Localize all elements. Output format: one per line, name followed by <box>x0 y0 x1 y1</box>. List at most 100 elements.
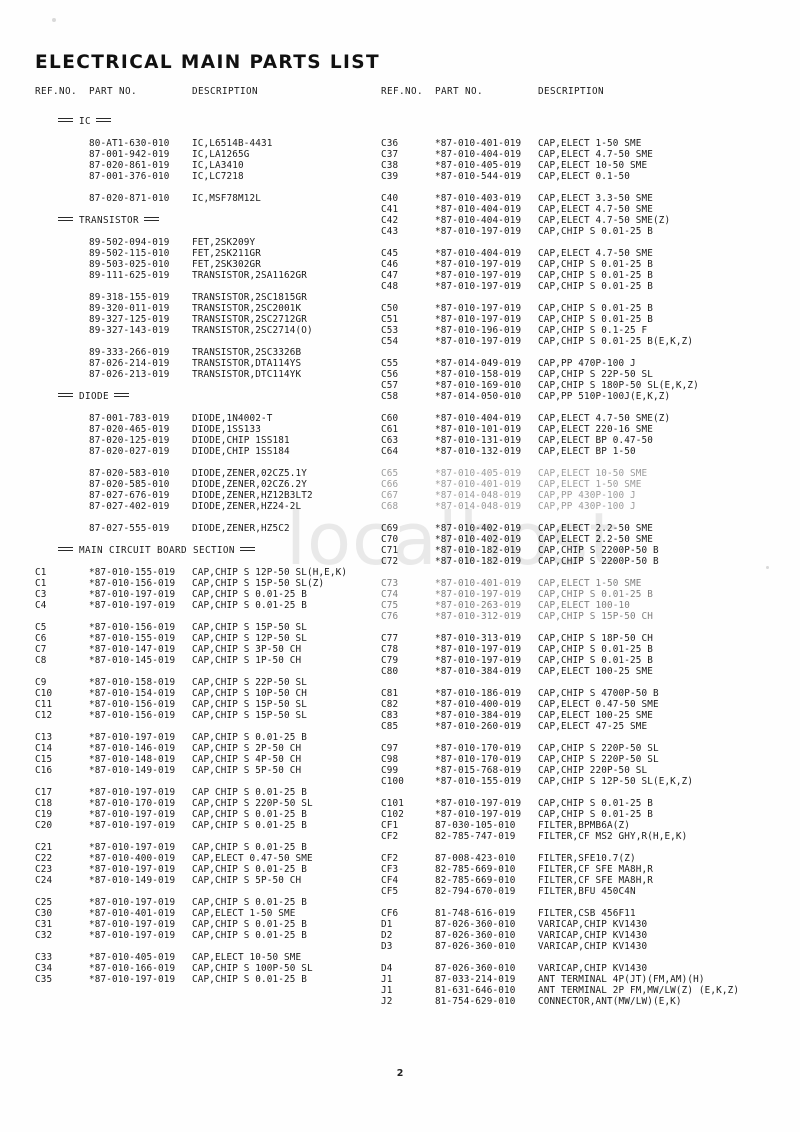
cell-ref-no: J1 <box>381 985 393 996</box>
parts-row: J1 87-033-214-019 ANT TERMINAL 4P(JT)(FM,A… <box>381 974 781 985</box>
row-gap <box>35 721 380 732</box>
cell-part-no: 81-754-629-010 <box>435 996 516 1007</box>
cell-description: CAP,CHIP S 10P-50 CH <box>192 688 307 699</box>
cell-description: CAP,CHIP S 5P-50 CH <box>192 765 302 776</box>
cell-ref-no: C5 <box>35 622 47 633</box>
parts-row: C80 *87-010-384-019 CAP,ELECT 100-25 SME <box>381 666 781 677</box>
cell-part-no: *87-010-147-019 <box>89 644 176 655</box>
parts-row: C36 *87-010-401-019 CAP,ELECT 1-50 SME <box>381 138 781 149</box>
parts-row: C14 *87-010-146-019 CAP,CHIP S 2P-50 CH <box>35 743 380 754</box>
cell-description: CAP,CHIP S 0.01-25 B <box>538 809 653 820</box>
cell-ref-no: J2 <box>381 996 393 1007</box>
row-gap <box>381 512 781 523</box>
cell-part-no: *87-010-197-019 <box>89 787 176 798</box>
cell-ref-no: C80 <box>381 666 399 677</box>
cell-part-no: 87-026-214-019 <box>89 358 170 369</box>
cell-description: TRANSISTOR,2SC2714(O) <box>192 325 313 336</box>
cell-part-no: *87-010-156-019 <box>89 710 176 721</box>
cell-ref-no: C54 <box>381 336 399 347</box>
cell-part-no: *87-010-197-019 <box>89 600 176 611</box>
cell-part-no: *87-010-197-019 <box>89 897 176 908</box>
parts-row: C24 *87-010-149-019 CAP,CHIP S 5P-50 CH <box>35 875 380 886</box>
cell-ref-no: C37 <box>381 149 399 160</box>
cell-ref-no: C39 <box>381 171 399 182</box>
cell-part-no: 87-027-555-019 <box>89 523 170 534</box>
parts-row: 89-333-266-019 TRANSISTOR,2SC3326B <box>35 347 380 358</box>
cell-part-no: *87-010-544-019 <box>435 171 522 182</box>
cell-part-no: *87-010-402-019 <box>435 534 522 545</box>
parts-row: 87-001-942-019 IC,LA1265G <box>35 149 380 160</box>
cell-part-no: 87-008-423-010 <box>435 853 516 864</box>
cell-part-no: 87-020-583-010 <box>89 468 170 479</box>
cell-description: CAP,CHIP 220P-50 SL <box>538 765 648 776</box>
parts-row: C22 *87-010-400-019 CAP,ELECT 0.47-50 SME <box>35 853 380 864</box>
cell-description: CAP,CHIP S 12P-50 SL(E,K,Z) <box>538 776 694 787</box>
section-heading: IC <box>58 116 380 127</box>
cell-ref-no: C35 <box>35 974 53 985</box>
cell-ref-no: C77 <box>381 633 399 644</box>
parts-row: 87-020-027-019 DIODE,CHIP 1SS184 <box>35 446 380 457</box>
cell-part-no: *87-010-197-019 <box>89 864 176 875</box>
cell-part-no: *87-010-182-019 <box>435 556 522 567</box>
cell-part-no: *87-010-145-019 <box>89 655 176 666</box>
row-gap <box>35 182 380 193</box>
section-rule-icon <box>58 393 74 397</box>
cell-description: CAP,CHIP S 0.01-25 B <box>538 226 653 237</box>
cell-ref-no: C20 <box>35 820 53 831</box>
cell-part-no: 87-020-871-010 <box>89 193 170 204</box>
cell-part-no: *87-010-404-019 <box>435 204 522 215</box>
cell-part-no: *87-010-401-019 <box>435 578 522 589</box>
cell-description: FILTER,CF MS2 GHY,R(H,E,K) <box>538 831 688 842</box>
parts-row: C76 *87-010-312-019 CAP,CHIP S 15P-50 CH <box>381 611 781 622</box>
cell-description: DIODE,1SS133 <box>192 424 261 435</box>
cell-part-no: *87-010-156-019 <box>89 578 176 589</box>
cell-ref-no: C99 <box>381 765 399 776</box>
row-gap <box>381 292 781 303</box>
cell-part-no: 89-320-011-019 <box>89 303 170 314</box>
cell-description: TRANSISTOR,DTA114YS <box>192 358 302 369</box>
parts-row: C58 *87-014-050-010 CAP,PP 510P-100J(E,K,Z… <box>381 391 781 402</box>
row-gap <box>35 127 380 138</box>
row-gap <box>35 380 380 391</box>
row-gap <box>381 402 781 413</box>
cell-part-no: 87-020-125-019 <box>89 435 170 446</box>
parts-row: 89-320-011-019 TRANSISTOR,2SC2001K <box>35 303 380 314</box>
parts-row: C19 *87-010-197-019 CAP,CHIP S 0.01-25 B <box>35 809 380 820</box>
cell-part-no: *87-010-197-019 <box>435 303 522 314</box>
cell-description: CAP,CHIP S 180P-50 SL(E,K,Z) <box>538 380 699 391</box>
cell-description: CAP,ELECT 1-50 SME <box>538 578 642 589</box>
parts-row: 89-502-115-010 FET,2SK211GR <box>35 248 380 259</box>
row-gap <box>381 732 781 743</box>
parts-row: C6 *87-010-155-019 CAP,CHIP S 12P-50 SL <box>35 633 380 644</box>
row-gap <box>35 226 380 237</box>
parts-row: C34 *87-010-166-019 CAP,CHIP S 100P-50 SL <box>35 963 380 974</box>
cell-ref-no: C78 <box>381 644 399 655</box>
parts-row: C47 *87-010-197-019 CAP,CHIP S 0.01-25 B <box>381 270 781 281</box>
parts-row: C73 *87-010-401-019 CAP,ELECT 1-50 SME <box>381 578 781 589</box>
cell-description: DIODE,ZENER,02CZ5.1Y <box>192 468 307 479</box>
cell-ref-no: C71 <box>381 545 399 556</box>
cell-part-no: *87-010-404-019 <box>435 248 522 259</box>
cell-part-no: *87-014-048-019 <box>435 490 522 501</box>
parts-row: C74 *87-010-197-019 CAP,CHIP S 0.01-25 B <box>381 589 781 600</box>
cell-part-no: *87-010-197-019 <box>435 589 522 600</box>
parts-row: 89-327-125-019 TRANSISTOR,2SC2712GR <box>35 314 380 325</box>
cell-ref-no: C74 <box>381 589 399 600</box>
parts-row: C32 *87-010-197-019 CAP,CHIP S 0.01-25 B <box>35 930 380 941</box>
parts-row: C53 *87-010-196-019 CAP,CHIP S 0.1-25 F <box>381 325 781 336</box>
cell-description: ANT TERMINAL 4P(JT)(FM,AM)(H) <box>538 974 705 985</box>
cell-ref-no: C22 <box>35 853 53 864</box>
cell-description: FILTER,SFE10.7(Z) <box>538 853 636 864</box>
cell-ref-no: C64 <box>381 446 399 457</box>
cell-part-no: *87-010-400-019 <box>89 853 176 864</box>
cell-description: CAP,CHIP S 15P-50 CH <box>538 611 653 622</box>
cell-description: CAP,ELECT 0.47-50 SME <box>192 853 313 864</box>
cell-part-no: 87-026-213-019 <box>89 369 170 380</box>
column-header-left: REF.NO. PART NO. DESCRIPTION <box>35 86 380 116</box>
parts-row: C83 *87-010-384-019 CAP,ELECT 100-25 SME <box>381 710 781 721</box>
row-gap <box>381 897 781 908</box>
cell-ref-no: D4 <box>381 963 393 974</box>
cell-part-no: 81-631-646-010 <box>435 985 516 996</box>
parts-row: C23 *87-010-197-019 CAP,CHIP S 0.01-25 B <box>35 864 380 875</box>
parts-row: 87-027-676-019 DIODE,ZENER,HZ12B3LT2 <box>35 490 380 501</box>
